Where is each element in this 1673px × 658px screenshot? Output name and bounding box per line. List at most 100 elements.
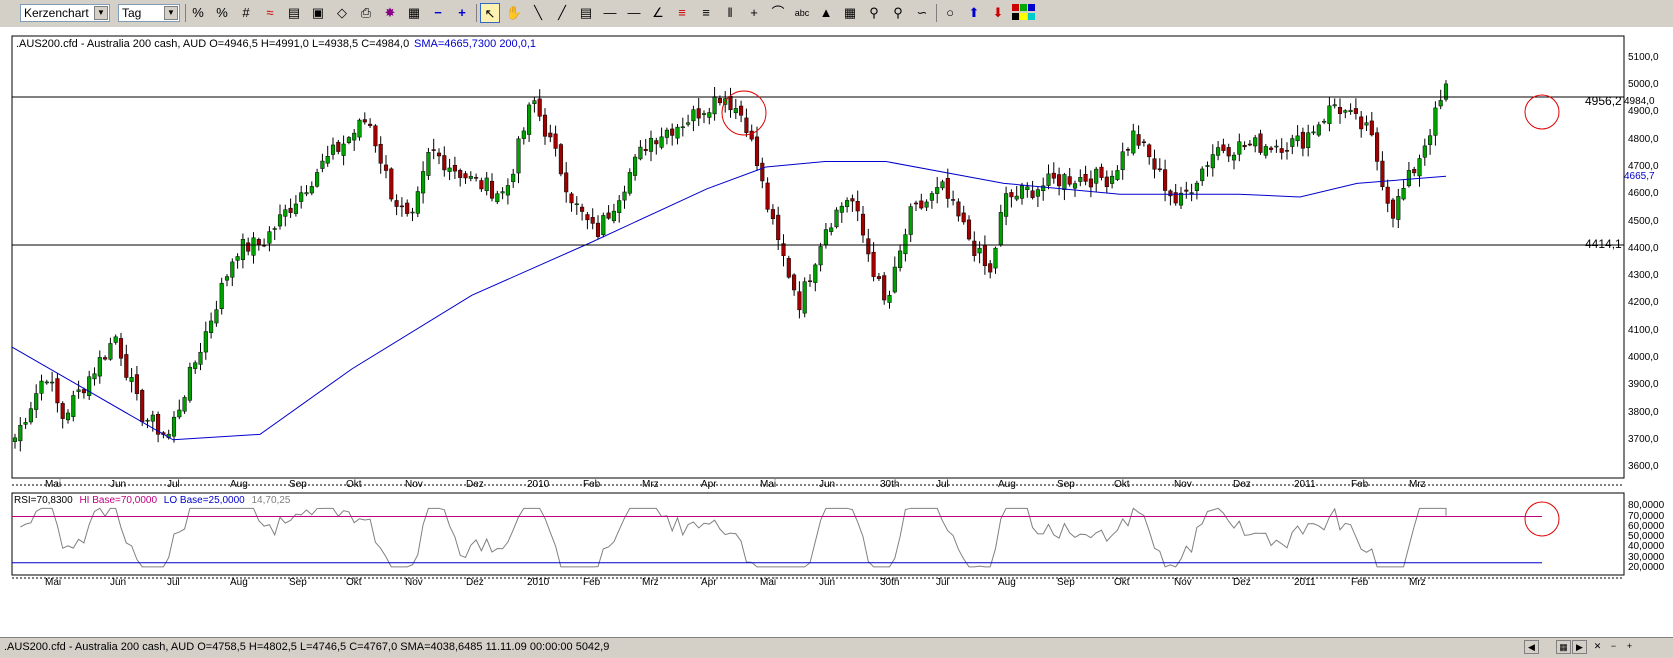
candle-body <box>1189 192 1194 194</box>
candle-body <box>277 214 283 227</box>
toolbar: Kerzenchart ▼ Tag ▼ % % # ≈ ▤ ▣ ◇ ⎙ ✸ ▦ … <box>0 0 1110 28</box>
arrow-up-icon[interactable]: ⬆ <box>964 3 984 23</box>
cyan-swatch[interactable] <box>1028 13 1035 20</box>
candle-body <box>627 172 632 194</box>
eraser-icon[interactable]: ◇ <box>332 3 352 23</box>
candle-body <box>903 234 908 255</box>
properties-icon[interactable]: ▦ <box>404 3 424 23</box>
candle-body <box>807 280 813 283</box>
plus-icon[interactable]: + <box>1622 640 1637 654</box>
candle-body <box>452 164 457 172</box>
chevron-down-icon[interactable]: ▼ <box>94 6 108 20</box>
candle-body <box>484 177 489 192</box>
yellow-swatch[interactable] <box>1020 13 1027 20</box>
candle-body <box>421 171 426 194</box>
ray-icon[interactable]: — <box>624 3 644 23</box>
indicator-icon[interactable]: ≈ <box>260 3 280 23</box>
fibonacci-icon[interactable]: ≡ <box>672 3 692 23</box>
candle-body <box>1253 137 1258 147</box>
candle-body <box>1306 132 1311 148</box>
candle-body <box>1014 195 1019 200</box>
percent-scale-icon[interactable]: % <box>212 3 232 23</box>
candle-body <box>1125 149 1131 151</box>
candle-body <box>537 98 542 117</box>
scroll-right-icon[interactable]: ▶ <box>1572 640 1587 654</box>
candle-body <box>654 140 659 145</box>
trendline-icon[interactable]: ╲ <box>528 3 548 23</box>
period-value: Tag <box>122 6 142 20</box>
red-swatch[interactable] <box>1012 4 1019 11</box>
green-swatch[interactable] <box>1020 4 1027 11</box>
channel-icon[interactable]: ▤ <box>576 3 596 23</box>
calculator-icon[interactable]: ▦ <box>840 3 860 23</box>
candle-body <box>267 231 272 244</box>
candle-body <box>1258 133 1263 153</box>
candle-body <box>118 338 124 359</box>
x-tick-label: Mai <box>45 577 62 588</box>
candle-body <box>415 191 420 214</box>
candle-body <box>113 336 118 343</box>
candle-body <box>622 191 627 201</box>
ellipse-icon[interactable]: ○ <box>940 3 960 23</box>
time-lines-icon[interactable]: ‖ <box>720 3 740 23</box>
blue-swatch[interactable] <box>1028 4 1035 11</box>
zoom-in-icon[interactable]: + <box>452 3 472 23</box>
x-tick-label: Mai <box>760 479 777 490</box>
candle-body <box>325 156 330 164</box>
candle-body <box>198 351 203 365</box>
horizontal-line-icon[interactable]: — <box>600 3 620 23</box>
candle-body <box>945 178 950 199</box>
chart-icon[interactable]: ▤ <box>284 3 304 23</box>
candle-body <box>34 393 39 410</box>
freehand-icon[interactable]: ∽ <box>912 3 932 23</box>
x-tick-label: Mai <box>45 479 62 490</box>
grid-view-icon[interactable]: ▦ <box>1556 640 1571 654</box>
period-select[interactable]: Tag ▼ <box>118 4 180 22</box>
color-palette[interactable] <box>1012 4 1036 22</box>
chart-canvas[interactable] <box>0 27 1673 637</box>
bell-icon[interactable]: ▲ <box>816 3 836 23</box>
parallel-lines-icon[interactable]: ╱ <box>552 3 572 23</box>
search-icon[interactable]: ⚲ <box>864 3 884 23</box>
print-icon[interactable]: ⎙ <box>356 3 376 23</box>
candle-body <box>474 177 479 179</box>
fan-icon[interactable]: ∠ <box>648 3 668 23</box>
rsi-hi-base: HI Base=70,0000 <box>79 495 158 506</box>
text-tool-icon[interactable]: abc <box>792 3 812 23</box>
percent-icon[interactable]: % <box>188 3 208 23</box>
chevron-down-icon[interactable]: ▼ <box>164 6 178 20</box>
arc-icon[interactable]: ⌒ <box>768 3 788 23</box>
candle-body <box>92 373 97 380</box>
expand-icon[interactable]: ✕ <box>1590 640 1605 654</box>
candle-body <box>993 247 998 269</box>
palette-icon[interactable]: ✸ <box>380 3 400 23</box>
zoom-out-icon[interactable]: − <box>428 3 448 23</box>
arrow-down-icon[interactable]: ⬇ <box>988 3 1008 23</box>
candle-body <box>1194 182 1199 191</box>
retracement-icon[interactable]: ≡ <box>696 3 716 23</box>
candle-body <box>882 275 887 301</box>
chart-type-select[interactable]: Kerzenchart ▼ <box>20 4 110 22</box>
resistance-label: 4956,2 <box>1585 94 1622 108</box>
scroll-left-icon[interactable]: ◀ <box>1524 640 1539 654</box>
rsi-header: RSI=70,8300 HI Base=70,0000 LO Base=25,0… <box>14 495 290 506</box>
candle-body <box>1242 145 1247 148</box>
zoom-box-icon[interactable]: ⚲ <box>888 3 908 23</box>
grid-icon[interactable]: # <box>236 3 256 23</box>
candle-body <box>505 185 510 196</box>
cursor-icon[interactable]: ↖ <box>480 3 500 23</box>
minus-icon[interactable]: − <box>1606 640 1621 654</box>
candle-body <box>1200 168 1205 182</box>
candle-body <box>951 199 956 201</box>
candle-body <box>320 160 325 169</box>
crosshair-icon[interactable]: + <box>744 3 764 23</box>
image-icon[interactable]: ▣ <box>308 3 328 23</box>
x-tick-label: Aug <box>998 479 1016 490</box>
candle-body <box>1057 174 1062 187</box>
candle-body <box>542 114 548 137</box>
black-swatch[interactable] <box>1012 13 1019 20</box>
candle-body <box>1406 170 1411 187</box>
hand-icon[interactable]: ✋ <box>504 3 524 23</box>
candle-body <box>595 222 601 237</box>
chart-window: .AUS200.cfd - Australia 200 cash, AUD O=… <box>0 27 1673 657</box>
